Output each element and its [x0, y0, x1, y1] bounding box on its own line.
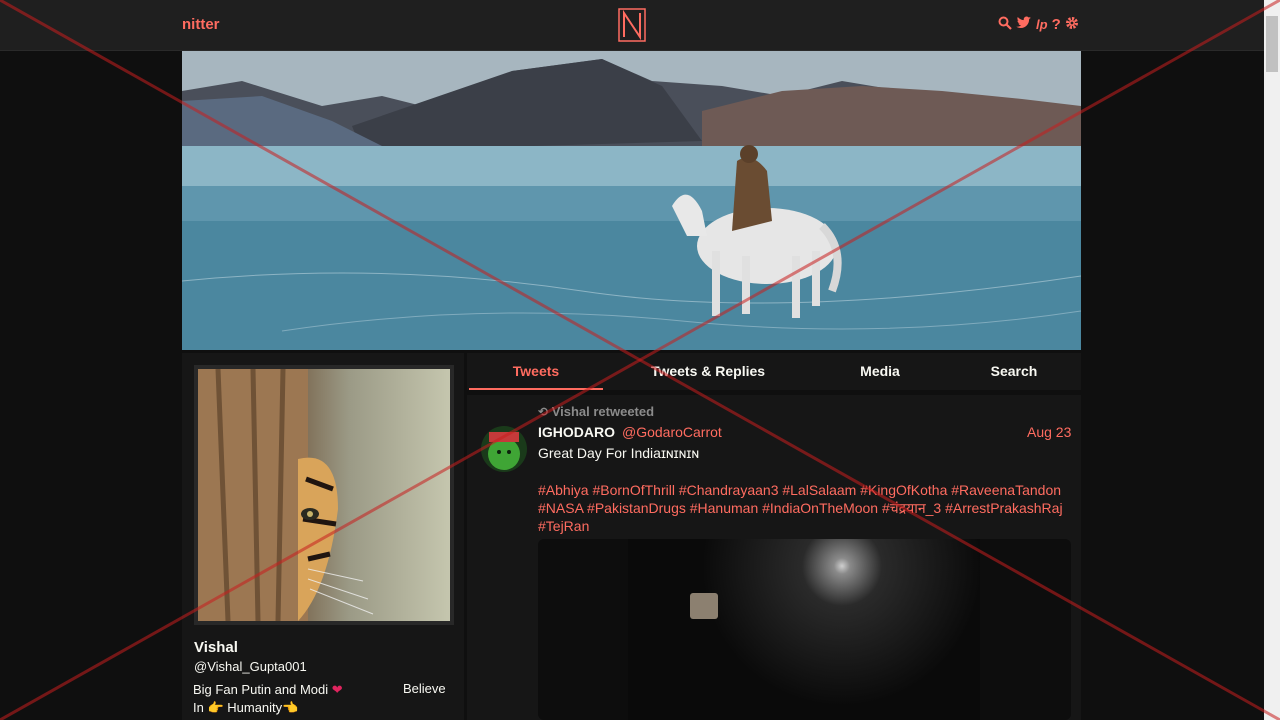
profile-banner[interactable]: [182, 51, 1081, 350]
timeline: ⟲ Vishal retweeted IGHODARO @GodaroCarro…: [467, 395, 1081, 720]
profile-avatar[interactable]: [198, 368, 450, 622]
tab-tweets[interactable]: Tweets: [469, 353, 603, 390]
navbar: nitter lp ?: [0, 0, 1264, 51]
retweet-icon: ⟲: [538, 405, 549, 419]
banner-image: [182, 51, 1081, 350]
scrollbar[interactable]: [1264, 0, 1280, 720]
gear-icon[interactable]: [1065, 16, 1079, 34]
twitter-bird-icon[interactable]: [1016, 16, 1032, 34]
nav-icons: lp ?: [998, 16, 1079, 34]
hashtags-line-1[interactable]: #Abhiya #BornOfThrill #Chandrayaan3 #Lal…: [538, 481, 1078, 499]
retweet-header: ⟲ Vishal retweeted: [538, 404, 654, 419]
bio-text-believe: Believe: [403, 681, 446, 696]
bio-text-line2: In 👉 Humanity👈: [193, 700, 299, 715]
tweet-fullname[interactable]: IGHODARO: [538, 424, 615, 440]
bio-text-line1: Big Fan Putin and Modi: [193, 682, 329, 697]
brand-link[interactable]: nitter: [182, 16, 220, 33]
scrollbar-thumb[interactable]: [1266, 16, 1278, 72]
retweet-header-text: Vishal retweeted: [551, 404, 655, 419]
profile-avatar-frame[interactable]: [194, 365, 454, 625]
liberapay-icon[interactable]: lp: [1036, 17, 1048, 33]
tab-media[interactable]: Media: [835, 353, 925, 390]
tweet-avatar-image: [481, 426, 527, 472]
tweet-handle[interactable]: @GodaroCarrot: [622, 424, 722, 440]
timeline-tabs: Tweets Tweets & Replies Media Search: [467, 353, 1081, 390]
tweet-media-image[interactable]: [628, 539, 980, 720]
tweet-text: Great Day For Indiaɪɴɪɴɪɴ: [538, 445, 700, 461]
lander-image: [690, 593, 718, 619]
hashtags-line-2[interactable]: #NASA #PakistanDrugs #Hanuman #IndiaOnTh…: [538, 499, 1078, 517]
help-icon[interactable]: ?: [1052, 17, 1061, 33]
tweet-hashtags: #Abhiya #BornOfThrill #Chandrayaan3 #Lal…: [538, 481, 1078, 535]
tweet-avatar[interactable]: [481, 426, 527, 472]
profile-fullname[interactable]: Vishal: [194, 639, 238, 656]
tweet-media[interactable]: [538, 539, 1071, 720]
nitter-logo[interactable]: [616, 7, 648, 43]
tab-search[interactable]: Search: [969, 353, 1059, 390]
tiger-avatar-image: [198, 368, 374, 622]
tweet-date[interactable]: Aug 23: [1027, 424, 1071, 440]
profile-card: Vishal @Vishal_Gupta001 Big Fan Putin an…: [182, 353, 464, 720]
heart-icon: ❤: [331, 682, 343, 697]
profile-username[interactable]: @Vishal_Gupta001: [194, 659, 307, 674]
hashtags-line-3[interactable]: #TejRan: [538, 517, 1078, 535]
tab-tweets-replies[interactable]: Tweets & Replies: [637, 353, 779, 390]
search-icon[interactable]: [998, 16, 1012, 34]
